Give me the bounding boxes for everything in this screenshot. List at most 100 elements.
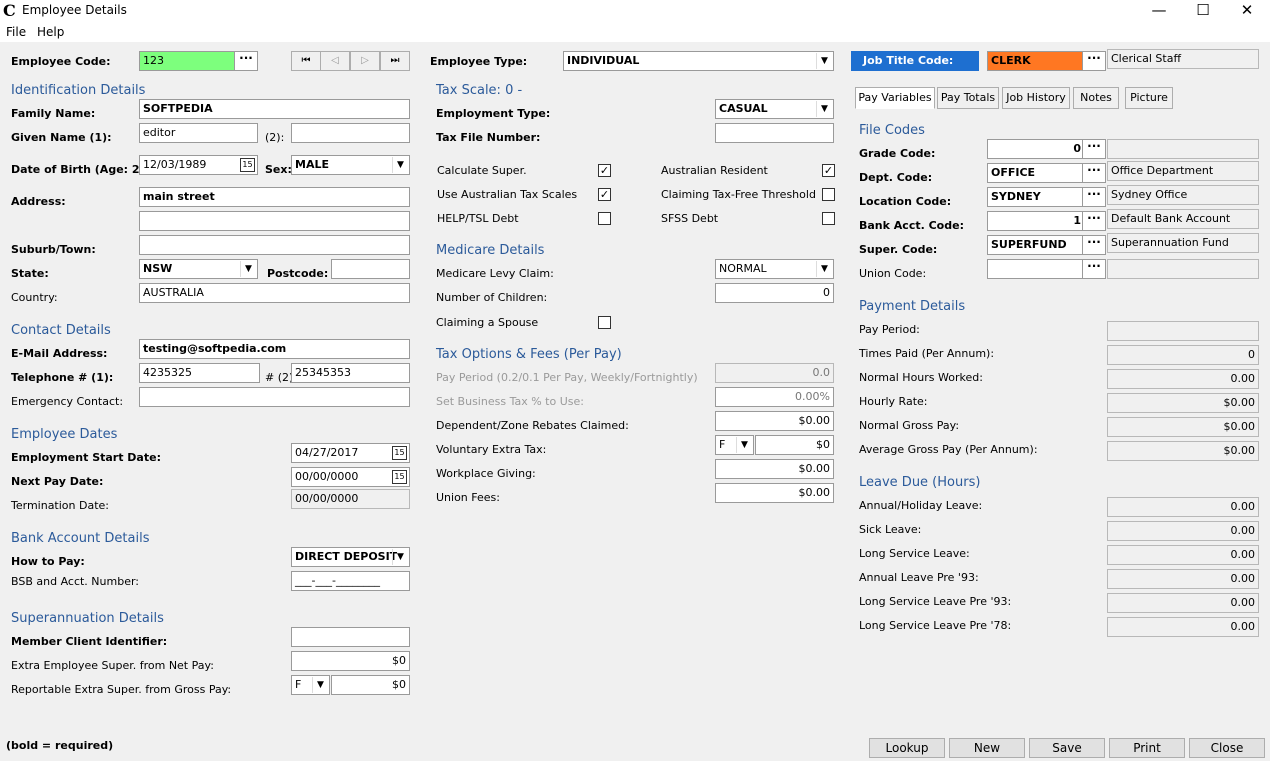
last-record-button[interactable]: ⏭	[380, 51, 410, 71]
union-code-lookup-button[interactable]: ···	[1082, 259, 1106, 279]
sex-select[interactable]: MALE ▼	[291, 155, 410, 175]
postcode-field[interactable]	[331, 259, 410, 279]
given-name2-label: (2):	[265, 131, 285, 144]
grade-code-desc	[1107, 139, 1259, 159]
super-code-field[interactable]: SUPERFUND	[987, 235, 1085, 255]
use-aus-checkbox[interactable]: ✓	[598, 188, 611, 201]
sfss-checkbox[interactable]	[822, 212, 835, 225]
bank-code-field[interactable]: 1	[987, 211, 1085, 231]
employee-code-field[interactable]: 123	[139, 51, 237, 71]
help-debt-checkbox[interactable]	[598, 212, 611, 225]
extra-gross-type-select[interactable]: F ▼	[291, 675, 330, 695]
employee-type-select[interactable]: INDIVIDUAL ▼	[563, 51, 834, 71]
tfn-field[interactable]	[715, 123, 834, 143]
dept-code-label: Dept. Code:	[859, 171, 933, 184]
employment-type-select[interactable]: CASUAL ▼	[715, 99, 834, 119]
workplace-giving-label: Workplace Giving:	[436, 467, 536, 480]
workplace-giving-field[interactable]: $0.00	[715, 459, 834, 479]
menu-bar	[0, 22, 1270, 42]
state-select[interactable]: NSW ▼	[139, 259, 258, 279]
minimize-button[interactable]: —	[1136, 0, 1182, 22]
tab-notes[interactable]: Notes	[1073, 87, 1119, 109]
bsb-field[interactable]: ___-___-________	[291, 571, 410, 591]
address1-field[interactable]: main street	[139, 187, 410, 207]
employee-code-lookup-button[interactable]: ···	[234, 51, 258, 71]
email-field[interactable]: testing@softpedia.com	[139, 339, 410, 359]
medicare-levy-select[interactable]: NORMAL ▼	[715, 259, 834, 279]
extra-net-label: Extra Employee Super. from Net Pay:	[11, 659, 214, 672]
close-window-button[interactable]: ✕	[1224, 0, 1270, 22]
tab-pay-totals[interactable]: Pay Totals	[937, 87, 999, 109]
pay-period-fee-label: Pay Period (0.2/0.1 Per Pay, Weekly/Fort…	[436, 371, 698, 384]
telephone2-field[interactable]: 25345353	[291, 363, 410, 383]
union-fees-label: Union Fees:	[436, 491, 500, 504]
calc-super-checkbox[interactable]: ✓	[598, 164, 611, 177]
voluntary-tax-type-select[interactable]: F ▼	[715, 435, 754, 455]
union-fees-field[interactable]: $0.00	[715, 483, 834, 503]
tax-free-checkbox[interactable]	[822, 188, 835, 201]
dob-field[interactable]: 12/03/1989 15	[139, 155, 258, 175]
country-field[interactable]: AUSTRALIA	[139, 283, 410, 303]
start-date-field[interactable]: 04/27/2017 15	[291, 443, 410, 463]
next-pay-field[interactable]: 00/00/0000 15	[291, 467, 410, 487]
next-pay-value: 00/00/0000	[295, 470, 359, 483]
long-service-label: Long Service Leave:	[859, 547, 970, 560]
address-label: Address:	[11, 195, 66, 208]
rebates-field[interactable]: $0.00	[715, 411, 834, 431]
suburb-field[interactable]	[139, 235, 410, 255]
calendar-icon[interactable]: 15	[240, 158, 255, 172]
maximize-button[interactable]: ☐	[1180, 0, 1226, 22]
given-name2-field[interactable]	[291, 123, 410, 143]
help-debt-label: HELP/TSL Debt	[437, 212, 519, 225]
telephone1-field[interactable]: 4235325	[139, 363, 260, 383]
family-name-field[interactable]: SOFTPEDIA	[139, 99, 410, 119]
menu-file[interactable]: File	[6, 25, 26, 39]
normal-hours-label: Normal Hours Worked:	[859, 371, 983, 384]
grade-code-lookup-button[interactable]: ···	[1082, 139, 1106, 159]
job-title-code-field[interactable]: CLERK	[987, 51, 1085, 71]
grade-code-field[interactable]: 0	[987, 139, 1085, 159]
extra-gross-type-value: F	[295, 678, 302, 691]
super-code-lookup-button[interactable]: ···	[1082, 235, 1106, 255]
extra-net-field[interactable]: $0	[291, 651, 410, 671]
times-paid-value: 0	[1107, 345, 1259, 365]
calendar-icon[interactable]: 15	[392, 470, 407, 484]
how-to-pay-select[interactable]: DIRECT DEPOSIT ▼	[291, 547, 410, 567]
location-code-lookup-button[interactable]: ···	[1082, 187, 1106, 207]
tab-pay-variables[interactable]: Pay Variables	[855, 87, 935, 109]
calendar-icon[interactable]: 15	[392, 446, 407, 460]
bank-code-lookup-button[interactable]: ···	[1082, 211, 1106, 231]
voluntary-tax-field[interactable]: $0	[755, 435, 834, 455]
close-button[interactable]: Close	[1189, 738, 1265, 758]
print-button[interactable]: Print	[1109, 738, 1185, 758]
new-button[interactable]: New	[949, 738, 1025, 758]
sick-leave-value: 0.00	[1107, 521, 1259, 541]
state-value: NSW	[143, 262, 173, 275]
calc-super-label: Calculate Super.	[437, 164, 527, 177]
spouse-checkbox[interactable]	[598, 316, 611, 329]
lookup-button[interactable]: Lookup	[869, 738, 945, 758]
save-button[interactable]: Save	[1029, 738, 1105, 758]
extra-gross-field[interactable]: $0	[331, 675, 410, 695]
dept-code-field[interactable]: OFFICE	[987, 163, 1085, 183]
address2-field[interactable]	[139, 211, 410, 231]
tab-picture[interactable]: Picture	[1125, 87, 1173, 109]
location-code-field[interactable]: SYDNEY	[987, 187, 1085, 207]
next-record-button[interactable]: ▷	[350, 51, 380, 71]
dob-value: 12/03/1989	[143, 158, 207, 171]
tab-job-history[interactable]: Job History	[1002, 87, 1070, 109]
prev-record-button[interactable]: ◁	[320, 51, 350, 71]
chevron-down-icon: ▼	[392, 549, 408, 565]
member-field[interactable]	[291, 627, 410, 647]
employee-type-label: Employee Type:	[430, 55, 528, 68]
dept-code-lookup-button[interactable]: ···	[1082, 163, 1106, 183]
union-code-field[interactable]	[987, 259, 1085, 279]
given-name-field[interactable]: editor	[139, 123, 258, 143]
emergency-field[interactable]	[139, 387, 410, 407]
menu-help[interactable]: Help	[37, 25, 64, 39]
aus-resident-checkbox[interactable]: ✓	[822, 164, 835, 177]
children-field[interactable]: 0	[715, 283, 834, 303]
contact-header: Contact Details	[11, 323, 111, 338]
first-record-button[interactable]: ⏮	[291, 51, 321, 71]
job-title-lookup-button[interactable]: ···	[1082, 51, 1106, 71]
